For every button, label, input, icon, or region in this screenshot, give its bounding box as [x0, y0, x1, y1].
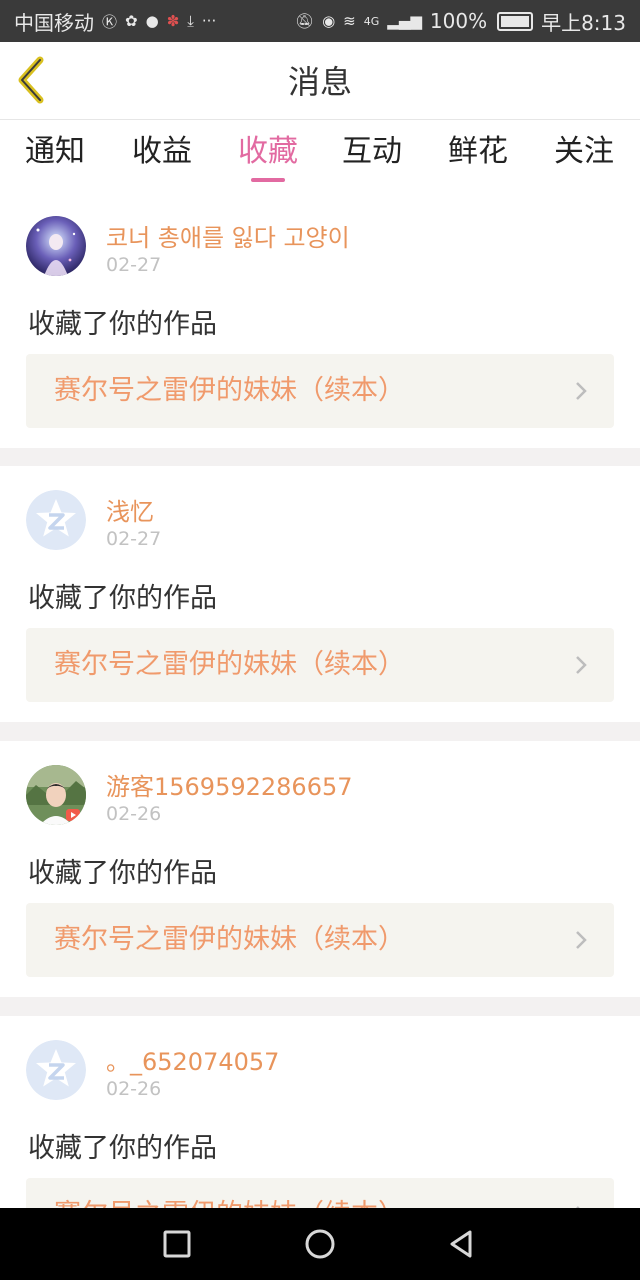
avatar[interactable]	[26, 765, 86, 825]
download-icon: ⤓	[187, 12, 194, 30]
more-notifications-icon: ···	[201, 12, 217, 30]
carrier-label: 中国移动	[14, 10, 94, 35]
avatar[interactable]	[26, 490, 86, 550]
message-date: 02-26	[106, 803, 162, 825]
tab-notifications[interactable]: 通知	[10, 120, 100, 192]
work-link[interactable]: 赛尔号之雷伊的妹妹（续本）	[26, 903, 614, 977]
action-text: 收藏了你的作品	[28, 583, 217, 614]
wifi-icon: ≋	[343, 12, 356, 30]
action-text: 收藏了你的作品	[28, 309, 217, 340]
back-nav-icon[interactable]	[442, 1224, 482, 1264]
chevron-right-icon	[576, 931, 587, 949]
work-title: 赛尔号之雷伊的妹妹（续本）	[54, 375, 405, 406]
message-card: 游客1569592286657 02-26 收藏了你的作品 赛尔号之雷伊的妹妹（…	[0, 741, 640, 997]
username[interactable]: 코너 총애를 잃다 고양이	[106, 218, 350, 253]
action-text: 收藏了你的作品	[28, 858, 217, 889]
tab-label: 互动	[342, 134, 402, 169]
active-tab-indicator	[251, 178, 285, 182]
recent-apps-icon[interactable]	[157, 1224, 197, 1264]
tab-bar: 通知 收益 收藏 互动 鲜花 关注	[0, 120, 640, 192]
tab-label: 收益	[132, 134, 192, 169]
tab-label: 收藏	[238, 134, 298, 169]
chevron-right-icon	[576, 656, 587, 674]
tab-label: 通知	[25, 134, 85, 169]
signal-icon: ▂▄▆	[387, 12, 422, 30]
app-notification-icon-3: ✽	[166, 12, 180, 30]
message-card: 코너 총애를 잃다 고양이 02-27 收藏了你的作品 赛尔号之雷伊的妹妹（续本…	[0, 192, 640, 448]
default-avatar-z-icon	[26, 1040, 86, 1100]
mute-icon: 🔕︎	[295, 12, 315, 30]
username[interactable]: 游客1569592286657	[106, 767, 353, 802]
tab-label: 关注	[554, 134, 614, 169]
eye-icon: ◉	[322, 12, 336, 30]
tab-label: 鲜花	[448, 134, 508, 169]
chevron-right-icon	[576, 382, 587, 400]
tab-following[interactable]: 关注	[539, 120, 629, 192]
system-navigation-bar	[0, 1208, 640, 1280]
message-card: 浅忆 02-27 收藏了你的作品 赛尔号之雷伊的妹妹（续本）	[0, 466, 640, 722]
photo-avatar-image	[26, 765, 86, 825]
action-text: 收藏了你的作品	[28, 1133, 217, 1164]
avatar[interactable]	[26, 216, 86, 276]
message-date: 02-27	[106, 254, 162, 276]
header: 消息	[0, 42, 640, 120]
back-icon[interactable]	[14, 56, 54, 104]
fantasy-avatar-image	[26, 216, 86, 276]
message-date: 02-27	[106, 528, 162, 550]
tab-flowers[interactable]: 鲜花	[433, 120, 523, 192]
k-icon: Ⓚ	[102, 12, 118, 31]
status-bar: 中国移动 Ⓚ ✿ ● ✽ ⤓ ··· 🔕︎ ◉ ≋ 4G ▂▄▆ 100% 早上…	[0, 0, 640, 42]
page-title: 消息	[287, 63, 352, 101]
battery-icon	[497, 11, 534, 31]
message-date: 02-26	[106, 1078, 162, 1100]
work-title: 赛尔号之雷伊的妹妹（续本）	[54, 924, 405, 955]
work-title: 赛尔号之雷伊的妹妹（续本）	[54, 1178, 405, 1208]
clock: 早上8:13	[541, 10, 626, 35]
username[interactable]: 。_652074057	[106, 1042, 279, 1077]
message-list[interactable]: 코너 총애를 잃다 고양이 02-27 收藏了你的作品 赛尔号之雷伊的妹妹（续本…	[0, 192, 640, 1208]
work-link[interactable]: 赛尔号之雷伊的妹妹（续本）	[26, 628, 614, 702]
app-notification-icon-2: ●	[145, 12, 159, 30]
network-type: 4G	[363, 14, 380, 28]
home-icon[interactable]	[300, 1224, 340, 1264]
work-title: 赛尔号之雷伊的妹妹（续本）	[54, 649, 405, 680]
username[interactable]: 浅忆	[106, 492, 154, 527]
work-link[interactable]: 赛尔号之雷伊的妹妹（续本）	[26, 354, 614, 428]
app-notification-icon: ✿	[125, 12, 138, 30]
tab-favorites[interactable]: 收藏	[223, 120, 313, 192]
avatar[interactable]	[26, 1040, 86, 1100]
tab-earnings[interactable]: 收益	[117, 120, 207, 192]
default-avatar-z-icon	[26, 490, 86, 550]
message-card: 。_652074057 02-26 收藏了你的作品 赛尔号之雷伊的妹妹（续本）	[0, 1016, 640, 1208]
battery-percent: 100%	[429, 9, 488, 33]
tab-interactions[interactable]: 互动	[327, 120, 417, 192]
work-link[interactable]: 赛尔号之雷伊的妹妹（续本）	[26, 1178, 614, 1208]
